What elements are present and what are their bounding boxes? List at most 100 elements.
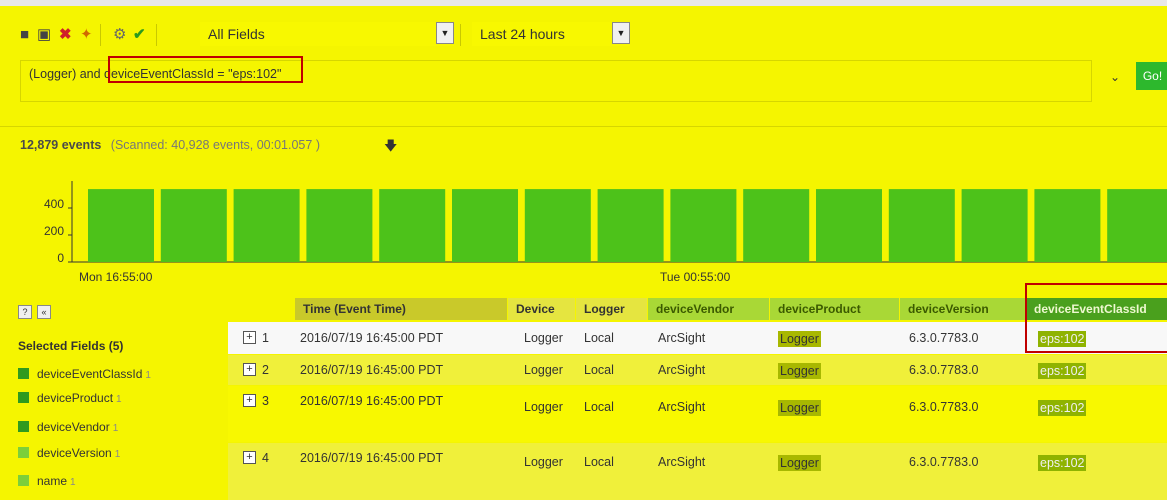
histogram-bar[interactable] — [88, 189, 154, 262]
column-header-time[interactable]: Time (Event Time) — [295, 298, 507, 320]
cell-vendor: ArcSight — [658, 331, 706, 345]
field-color-swatch — [18, 447, 29, 458]
toolbar-separator — [100, 24, 101, 46]
field-item[interactable]: name 1 — [18, 474, 76, 488]
help-icon[interactable]: ? — [18, 305, 32, 319]
histogram-bar[interactable] — [160, 189, 227, 262]
row-number: 2 — [262, 363, 269, 377]
field-count: 1 — [145, 370, 151, 381]
divider — [0, 126, 1167, 127]
y-tick-label: 400 — [43, 197, 64, 211]
field-color-swatch — [18, 475, 29, 486]
cell-version: 6.3.0.7783.0 — [909, 400, 979, 414]
field-name: deviceVersion — [37, 446, 112, 460]
field-name: deviceVendor — [37, 420, 110, 434]
field-name: deviceProduct — [37, 391, 114, 405]
field-select[interactable]: All Fields ▼ — [200, 22, 454, 46]
field-count: 1 — [114, 449, 121, 460]
delete-icon[interactable]: ✖ — [59, 27, 72, 43]
cell-product[interactable]: Logger — [778, 331, 821, 347]
histogram-bar[interactable] — [961, 189, 1028, 262]
y-tick-label: 200 — [43, 224, 64, 238]
go-button[interactable]: Go! — [1136, 62, 1167, 90]
toolbar-separator — [460, 24, 461, 46]
toolbar: ■ ▣ ✖ ✦ ⚙ ✔ All Fields ▼ Last 24 hours ▼ — [0, 6, 1167, 58]
histogram-bar[interactable] — [524, 189, 591, 262]
cell-vendor: ArcSight — [658, 455, 706, 469]
field-color-swatch — [18, 368, 29, 379]
download-icon[interactable]: 🡇 — [384, 137, 397, 159]
field-color-swatch — [18, 421, 29, 432]
check-icon[interactable]: ✔ — [133, 27, 146, 43]
histogram-bar[interactable] — [888, 189, 955, 262]
histogram-bar[interactable] — [1034, 189, 1101, 262]
chevron-down-icon[interactable]: ▼ — [612, 22, 630, 44]
folder-icon[interactable]: ■ — [20, 27, 29, 43]
settings-icon[interactable]: ⚙ — [113, 27, 126, 43]
column-header-device[interactable]: Device — [508, 298, 575, 320]
cell-device: Logger — [524, 455, 563, 469]
chevron-down-icon[interactable]: ▼ — [436, 22, 454, 44]
field-item[interactable]: deviceVersion 1 — [18, 446, 120, 460]
collapse-panel-icon[interactable]: « — [37, 305, 51, 319]
y-tick-label: 0 — [57, 251, 64, 265]
cell-version: 6.3.0.7783.0 — [909, 331, 979, 345]
histogram-bar[interactable] — [816, 189, 882, 262]
histogram-bar[interactable] — [743, 189, 810, 262]
scan-info: (Scanned: 40,928 events, 00:01.057 ) — [110, 138, 320, 152]
field-color-swatch — [18, 392, 29, 403]
save-icon[interactable]: ▣ — [37, 27, 51, 43]
cell-product[interactable]: Logger — [778, 455, 821, 471]
field-count: 1 — [112, 423, 119, 434]
query-history-chevron-icon[interactable]: ⌄ — [1104, 66, 1126, 88]
column-header-deviceversion[interactable]: deviceVersion — [900, 298, 1025, 320]
field-count: 1 — [116, 394, 122, 405]
histogram-bar[interactable] — [597, 189, 664, 262]
field-select-value: All Fields — [208, 26, 265, 42]
selected-fields-title: Selected Fields (5) — [18, 339, 124, 353]
cell-time: 2016/07/19 16:45:00 PDT — [300, 363, 444, 377]
event-count: 12,879 events — [20, 138, 102, 152]
cell-product[interactable]: Logger — [778, 363, 821, 379]
field-name: name — [37, 474, 68, 488]
expand-row-icon[interactable]: + — [243, 394, 256, 407]
cell-time: 2016/07/19 16:45:00 PDT — [300, 331, 444, 345]
cell-classid[interactable]: eps:102 — [1038, 400, 1087, 416]
field-count: 1 — [70, 477, 76, 488]
cell-classid[interactable]: eps:102 — [1038, 455, 1087, 471]
cell-version: 6.3.0.7783.0 — [909, 455, 979, 469]
field-item[interactable]: deviceProduct 1 — [18, 391, 122, 405]
field-item[interactable]: deviceVendor 1 — [18, 420, 118, 434]
cell-vendor: ArcSight — [658, 400, 706, 414]
x-tick-label: Mon 16:55:00 — [79, 270, 153, 284]
field-item[interactable]: deviceEventClassId 1 — [18, 367, 151, 381]
row-number: 3 — [262, 394, 269, 408]
field-name: deviceEventClassId — [37, 367, 143, 381]
expand-row-icon[interactable]: + — [243, 331, 256, 344]
histogram-bar[interactable] — [233, 189, 300, 262]
column-header-devicevendor[interactable]: deviceVendor — [648, 298, 769, 320]
time-range-select[interactable]: Last 24 hours ▼ — [472, 22, 630, 46]
cell-time: 2016/07/19 16:45:00 PDT — [300, 394, 444, 408]
histogram-bar[interactable] — [670, 189, 737, 262]
cell-classid[interactable]: eps:102 — [1038, 363, 1087, 379]
histogram-bar[interactable] — [1107, 189, 1167, 262]
histogram-bar[interactable] — [306, 189, 373, 262]
column-header-deviceproduct[interactable]: deviceProduct — [770, 298, 899, 320]
clear-icon[interactable]: ✦ — [80, 27, 93, 43]
histogram-bar[interactable] — [379, 189, 446, 262]
cell-logger: Local — [584, 400, 614, 414]
expand-row-icon[interactable]: + — [243, 363, 256, 376]
histogram-bar[interactable] — [452, 189, 518, 262]
cell-version: 6.3.0.7783.0 — [909, 363, 979, 377]
query-highlight-box — [108, 56, 303, 83]
cell-device: Logger — [524, 331, 563, 345]
cell-product[interactable]: Logger — [778, 400, 821, 416]
expand-row-icon[interactable]: + — [243, 451, 256, 464]
column-highlight-box — [1025, 283, 1167, 353]
results-summary: 12,879 events (Scanned: 40,928 events, 0… — [20, 138, 397, 153]
cell-logger: Local — [584, 363, 614, 377]
row-number: 4 — [262, 451, 269, 465]
event-histogram — [68, 181, 1167, 263]
column-header-logger[interactable]: Logger — [576, 298, 647, 320]
